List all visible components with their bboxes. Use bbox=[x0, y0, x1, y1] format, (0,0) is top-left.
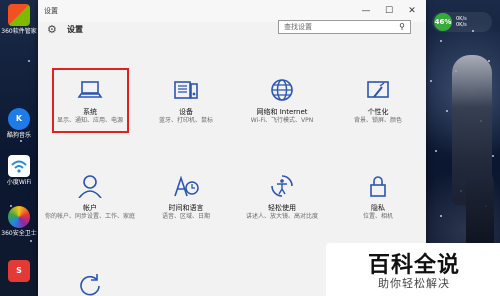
wallpaper-figure-small bbox=[466, 170, 494, 250]
maximize-button[interactable]: ☐ bbox=[382, 4, 396, 18]
gear-icon: ⚙ bbox=[47, 23, 57, 36]
search-icon: ⚲ bbox=[399, 22, 405, 31]
desktop-icon-label: 360软件管家 bbox=[1, 28, 37, 35]
tile-description: Wi-Fi、飞行模式、VPN bbox=[250, 117, 314, 124]
kugou-icon: K bbox=[8, 108, 30, 130]
tile-update-security[interactable] bbox=[44, 272, 136, 296]
s-app-icon: S bbox=[8, 260, 30, 282]
title-bar[interactable]: 设置 — ☐ ✕ bbox=[38, 0, 426, 22]
person-icon bbox=[78, 175, 102, 198]
tile-description: 蓝牙、打印机、鼠标 bbox=[158, 117, 213, 124]
tile-description: 讲述人、放大镜、高对比度 bbox=[245, 213, 318, 220]
tile-devices[interactable]: 设备 蓝牙、打印机、鼠标 bbox=[140, 78, 232, 125]
tile-accounts[interactable]: 帐户 你的帐户、同步设置、工作、家庭 bbox=[44, 174, 136, 221]
wifi-app-icon bbox=[8, 155, 30, 177]
desktop-icon-360-security[interactable]: 360安全卫士 bbox=[0, 206, 38, 237]
tile-name: 设备 bbox=[179, 108, 193, 116]
desktop-icon-kugou[interactable]: K 酷狗音乐 bbox=[0, 108, 38, 139]
update-icon bbox=[80, 274, 100, 296]
desktop-icon-label: 小度WiFi bbox=[6, 179, 32, 186]
desktop-icon-360-software[interactable]: 360软件管家 bbox=[0, 4, 38, 35]
close-button[interactable]: ✕ bbox=[405, 4, 419, 18]
tile-time-language[interactable]: 时间和语言 语音、区域、日期 bbox=[140, 174, 232, 221]
watermark: 百科全说 助你轻松解决 bbox=[326, 243, 500, 296]
tile-name: 轻松使用 bbox=[268, 204, 296, 212]
lock-icon bbox=[370, 176, 386, 197]
search-placeholder: 查找设置 bbox=[284, 23, 312, 31]
tile-description: 语音、区域、日期 bbox=[161, 213, 210, 220]
paint-icon bbox=[367, 81, 389, 98]
tile-ease-of-access[interactable]: 轻松使用 讲述人、放大镜、高对比度 bbox=[236, 174, 328, 221]
keyboard-device-icon bbox=[174, 81, 198, 99]
globe-icon bbox=[271, 79, 293, 101]
watermark-subtitle: 助你轻松解决 bbox=[378, 277, 450, 290]
tile-network[interactable]: 网络和 Internet Wi-Fi、飞行模式、VPN bbox=[236, 78, 328, 125]
tile-description: 背景、锁屏、颜色 bbox=[353, 117, 402, 124]
tile-name: 时间和语言 bbox=[168, 204, 204, 212]
highlight-frame bbox=[52, 68, 129, 133]
minimize-button[interactable]: — bbox=[359, 4, 373, 18]
page-title: 设置 bbox=[67, 25, 83, 34]
tile-name: 隐私 bbox=[371, 204, 385, 212]
tile-description: 你的帐户、同步设置、工作、家庭 bbox=[44, 213, 135, 220]
settings-header: ⚙ 设置 查找设置 ⚲ bbox=[38, 20, 426, 44]
tile-name: 网络和 Internet bbox=[256, 108, 308, 116]
tile-privacy[interactable]: 隐私 位置、相机 bbox=[332, 174, 424, 221]
time-language-icon bbox=[174, 175, 199, 197]
tile-name: 帐户 bbox=[83, 204, 97, 212]
search-input[interactable]: 查找设置 ⚲ bbox=[278, 20, 411, 34]
widget-percent: 46% bbox=[434, 13, 452, 31]
desktop-icon-label: 酷狗音乐 bbox=[6, 132, 31, 139]
desktop-icon-s[interactable]: S bbox=[0, 260, 38, 284]
security-guard-icon bbox=[8, 206, 30, 228]
tile-personalization[interactable]: 个性化 背景、锁屏、颜色 bbox=[332, 78, 424, 125]
download-speed: 0K/s bbox=[456, 22, 467, 28]
network-speed-widget[interactable]: 46% 0K/s 0K/s bbox=[432, 12, 492, 32]
tile-name: 个性化 bbox=[367, 108, 389, 116]
desktop-icon-label: 360安全卫士 bbox=[1, 230, 37, 237]
desktop-icon-wifi[interactable]: 小度WiFi bbox=[0, 155, 38, 186]
ease-of-access-icon bbox=[271, 175, 293, 197]
tile-description: 位置、相机 bbox=[362, 213, 393, 220]
software-manager-icon bbox=[8, 4, 30, 26]
window-title: 设置 bbox=[44, 7, 58, 15]
